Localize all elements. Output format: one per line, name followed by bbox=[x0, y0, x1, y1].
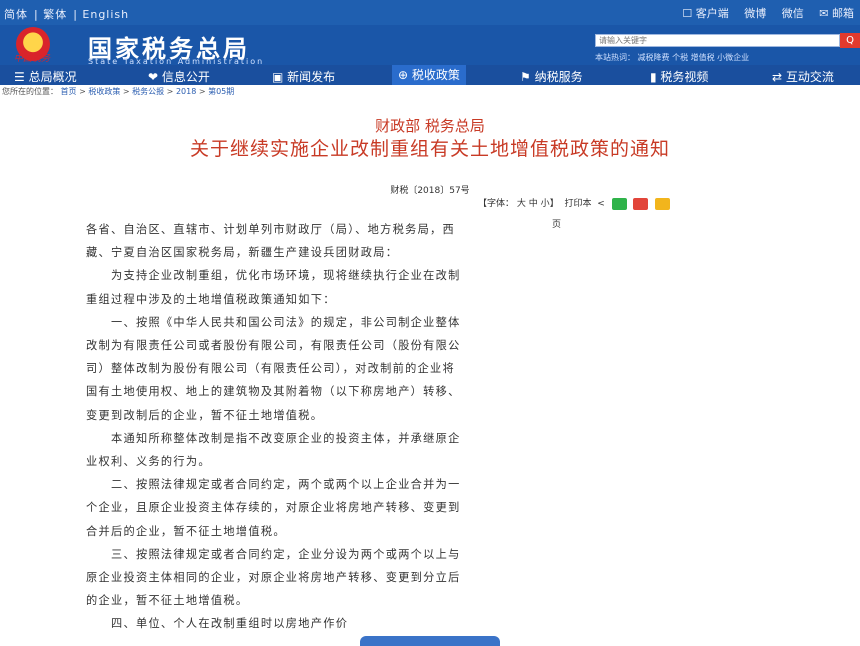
article-issuer: 财政部 税务总局 bbox=[375, 117, 485, 135]
print-button[interactable]: 打印本 bbox=[564, 199, 591, 209]
breadcrumb-prefix: 您所在的位置： bbox=[2, 87, 58, 96]
print-label-wrap: 页 bbox=[552, 220, 562, 230]
nav-tax-video[interactable]: ▮ 税务视频 bbox=[650, 68, 708, 85]
weibo-link[interactable]: 微博 bbox=[744, 7, 766, 20]
weibo-share-icon[interactable] bbox=[633, 197, 649, 210]
top-utility-bar: 简体 | 繁体 | English ☐ 客户端 微博 微信 ✉ 邮箱 bbox=[0, 0, 860, 25]
nav-taxpayer-service[interactable]: ⚑ 纳税服务 bbox=[520, 68, 583, 85]
paragraph: 各省、自治区、直辖市、计划单列市财政厅（局）、地方税务局，西藏、宁夏自治区国家税… bbox=[86, 223, 456, 260]
paragraph: 本通知所称整体改制是指不改变原企业的投资主体，并承继原企业权利、义务的行为。 bbox=[86, 431, 461, 469]
nav-news[interactable]: ▣ 新闻发布 bbox=[272, 68, 335, 85]
emblem-caption: 中国税务 bbox=[14, 54, 51, 64]
wechat-link[interactable]: 微信 bbox=[782, 7, 804, 20]
paragraph: 为支持企业改制重组，优化市场环境，现将继续执行企业在改制重组过程中涉及的土地增值… bbox=[86, 269, 461, 306]
paragraph: 一、按照《中华人民共和国公司法》的规定，非公司制企业整体改制为有限责任公司或者股… bbox=[86, 315, 461, 422]
nav-info-disclosure[interactable]: ❤ 信息公开 bbox=[148, 68, 210, 85]
lang-simplified[interactable]: 简体 bbox=[4, 8, 28, 21]
language-switcher: 简体 | 繁体 | English bbox=[4, 8, 130, 21]
client-link[interactable]: ☐ 客户端 bbox=[682, 7, 728, 20]
font-small[interactable]: 小 bbox=[541, 199, 550, 209]
font-large[interactable]: 大 bbox=[517, 199, 526, 209]
wechat-share-icon[interactable] bbox=[611, 197, 627, 210]
breadcrumb: 您所在的位置： 首页 > 税收政策 > 税务公报 > 2018 > 第05期 bbox=[2, 87, 235, 96]
breadcrumb-year[interactable]: 2018 bbox=[176, 87, 196, 96]
lang-traditional[interactable]: 繁体 bbox=[43, 8, 67, 21]
lang-english[interactable]: English bbox=[82, 8, 129, 21]
nav-overview[interactable]: ☰ 总局概况 bbox=[14, 68, 77, 85]
top-links: ☐ 客户端 微博 微信 ✉ 邮箱 bbox=[670, 5, 854, 21]
nav-tax-policy[interactable]: ⊕ 税收政策 bbox=[392, 65, 466, 85]
hot-words: 本站热词： 减税降费 个税 增值税 小微企业 bbox=[595, 53, 750, 62]
qzone-share-icon[interactable] bbox=[655, 197, 671, 210]
document-number: 财税〔2018〕57号 bbox=[390, 186, 470, 196]
site-header: 国家税务总局 State Taxation Administration 请输入… bbox=[0, 25, 860, 66]
breadcrumb-policy[interactable]: 税收政策 bbox=[88, 87, 120, 96]
search-button[interactable]: Q bbox=[840, 33, 860, 48]
share-icon[interactable]: < bbox=[597, 199, 605, 209]
paragraph: 二、按照法律规定或者合同约定，两个或两个以上企业合并为一个企业，且原企业投资主体… bbox=[86, 478, 461, 538]
search-input[interactable]: 请输入关键字 bbox=[595, 34, 840, 47]
article-body: 各省、自治区、直辖市、计划单列市财政厅（局）、地方税务局，西藏、宁夏自治区国家税… bbox=[86, 218, 466, 636]
main-nav: ☰ 总局概况 ❤ 信息公开 ▣ 新闻发布 ⊕ 税收政策 ⚑ 纳税服务 ▮ 税务视… bbox=[0, 65, 860, 85]
breadcrumb-home[interactable]: 首页 bbox=[61, 87, 77, 96]
breadcrumb-bulletin[interactable]: 税务公报 bbox=[132, 87, 164, 96]
breadcrumb-issue[interactable]: 第05期 bbox=[208, 87, 234, 96]
mail-link[interactable]: ✉ 邮箱 bbox=[819, 7, 854, 20]
article-title: 关于继续实施企业改制重组有关土地增值税政策的通知 bbox=[189, 138, 670, 160]
paragraph: 四、单位、个人在改制重组时以房地产作价 bbox=[86, 617, 349, 631]
font-medium[interactable]: 中 bbox=[529, 199, 538, 209]
nav-interaction[interactable]: ⇄ 互动交流 bbox=[772, 68, 834, 85]
font-size-close: 】 bbox=[549, 199, 559, 209]
article-tools: 【字体： 大 中 小】 打印本 < bbox=[478, 196, 671, 210]
paragraph: 三、按照法律规定或者合同约定，企业分设为两个或两个以上与原企业投资主体相同的企业… bbox=[86, 547, 461, 608]
font-size-label: 【字体： bbox=[478, 199, 515, 209]
